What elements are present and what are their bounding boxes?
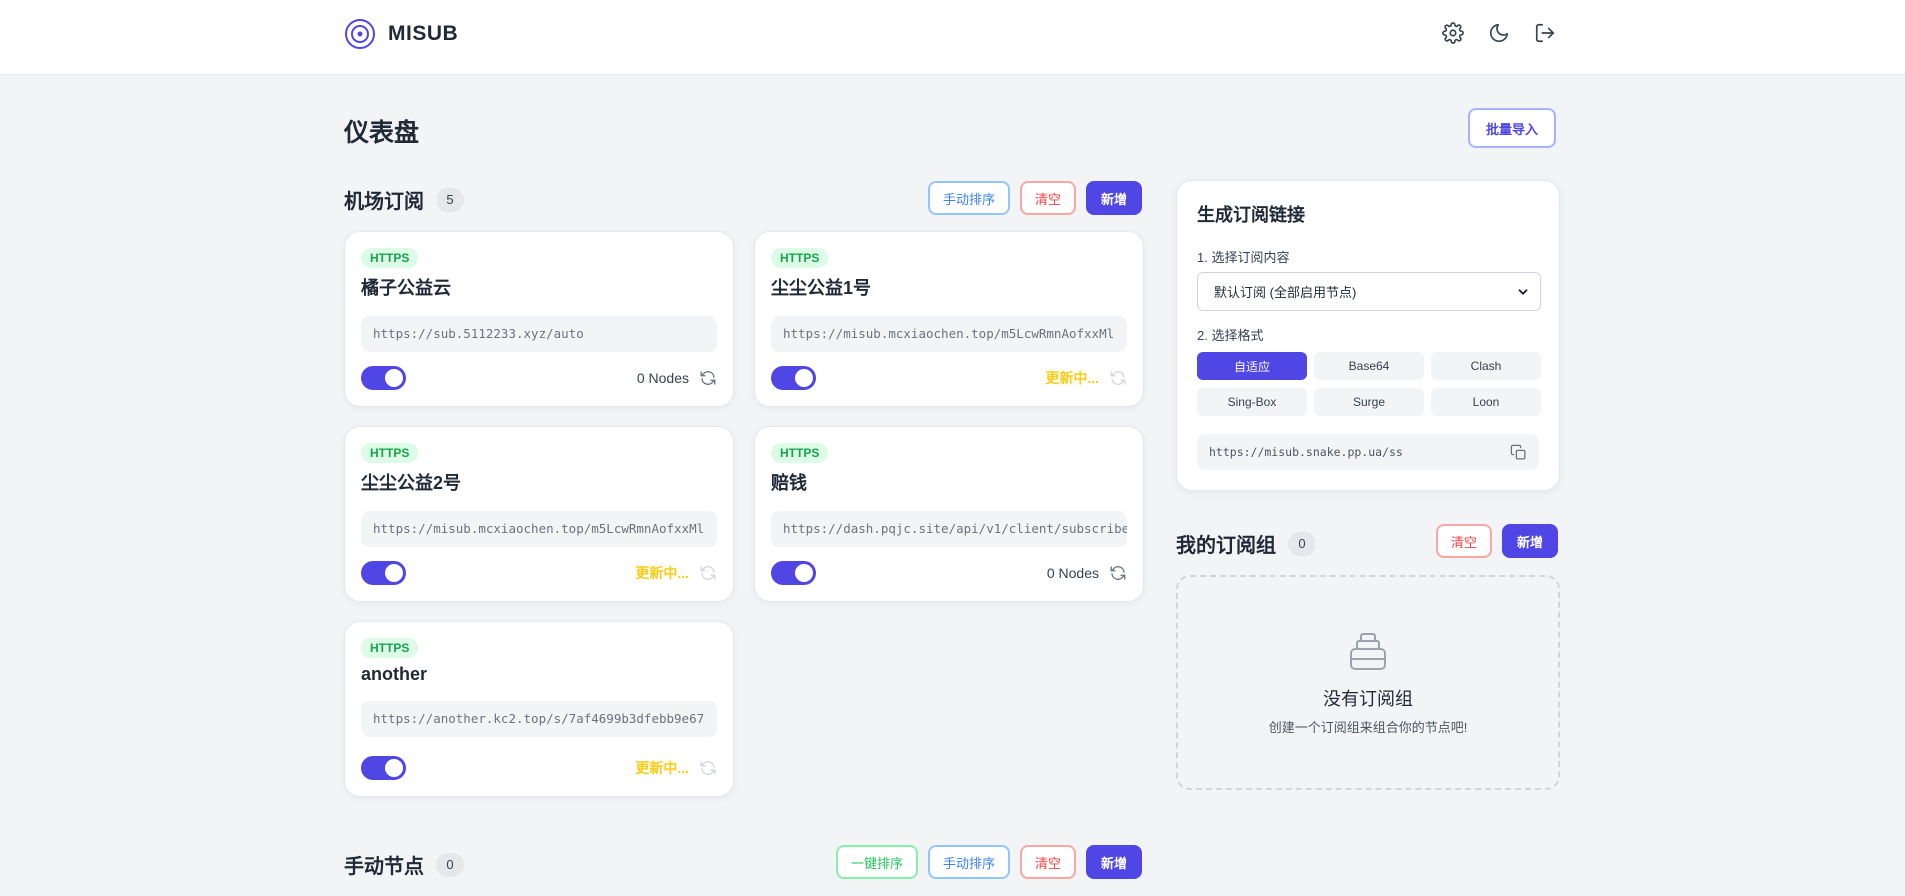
subscription-link-generator: 生成订阅链接 1. 选择订阅内容 默认订阅 (全部启用节点) 2. 选择格式 自… [1176,180,1560,491]
subscription-card[interactable]: HTTPS another https://another.kc2.top/s/… [344,621,734,797]
app-name: MISUB [388,22,459,45]
status-area: 更新中... [1045,368,1127,388]
manual-sort-button[interactable]: 手动排序 [928,181,1011,215]
subscription-name: 尘尘公益1号 [771,278,872,298]
manual-sort-nodes-button[interactable]: 手动排序 [928,845,1011,879]
card-footer: 更新中... [771,365,1127,391]
status-area: 0 Nodes [1047,564,1127,582]
protocol-badge: HTTPS [361,638,419,658]
clear-subscriptions-button[interactable]: 清空 [1020,181,1077,215]
format-adaptive[interactable]: 自适应 [1197,352,1307,380]
refresh-icon[interactable] [699,564,717,582]
subscription-url[interactable]: https://sub.5112233.xyz/auto [361,316,717,352]
subscriptions-actions: 手动排序 清空 新增 [928,181,1143,215]
status-area: 0 Nodes [637,369,717,387]
clear-nodes-button[interactable]: 清空 [1020,845,1077,879]
generated-link-text: https://misub.snake.pp.ua/ss [1209,445,1403,459]
protocol-badge: HTTPS [771,443,829,463]
generator-title: 生成订阅链接 [1197,205,1305,225]
enable-toggle[interactable] [771,561,816,585]
updating-status: 更新中... [635,565,689,581]
subscription-card[interactable]: HTTPS 赔钱 https://dash.pqjc.site/api/v1/c… [754,426,1144,602]
protocol-badge: HTTPS [361,248,419,268]
enable-toggle[interactable] [361,366,406,390]
groups-count: 0 [1288,531,1316,556]
subscriptions-count: 5 [436,187,464,212]
format-surge[interactable]: Surge [1314,388,1424,416]
auto-sort-button[interactable]: 一键排序 [836,845,919,879]
generated-link[interactable]: https://misub.snake.pp.ua/ss [1197,434,1539,470]
subscriptions-header: 机场订阅 5 [344,185,464,214]
empty-subtitle: 创建一个订阅组来组合你的节点吧! [1268,720,1468,735]
node-count: 0 Nodes [636,370,689,386]
format-clash[interactable]: Clash [1431,352,1541,380]
status-area: 更新中... [635,563,717,583]
format-base64[interactable]: Base64 [1314,352,1424,380]
manual-nodes-actions: 一键排序 手动排序 清空 新增 [836,845,1143,879]
updating-status: 更新中... [635,760,689,776]
manual-nodes-count: 0 [436,852,464,877]
copy-icon[interactable] [1510,444,1527,461]
subscription-name: another [361,664,428,684]
format-loon[interactable]: Loon [1431,388,1541,416]
subscriptions-title: 机场订阅 [344,191,424,213]
format-sing-box[interactable]: Sing-Box [1197,388,1307,416]
subscription-card[interactable]: HTTPS 橘子公益云 https://sub.5112233.xyz/auto… [344,231,734,407]
step2-label: 2. 选择格式 [1197,328,1264,343]
enable-toggle[interactable] [361,756,406,780]
chevron-down-icon [1518,288,1528,295]
page-title: 仪表盘 [344,119,420,147]
card-footer: 0 Nodes [361,365,717,391]
settings-icon[interactable] [1442,22,1464,44]
refresh-icon[interactable] [699,759,717,777]
bulk-import-button[interactable]: 批量导入 [1468,108,1557,148]
moon-icon[interactable] [1488,22,1510,44]
clear-groups-button[interactable]: 清空 [1436,524,1493,558]
subscription-url[interactable]: https://misub.mcxiaochen.top/m5LcwRmnAof… [771,316,1127,352]
updating-status: 更新中... [1045,370,1099,386]
add-group-button[interactable]: 新增 [1502,524,1559,558]
format-options: 自适应 Base64 Clash Sing-Box Surge Loon [1197,352,1541,416]
logout-icon[interactable] [1534,22,1556,44]
top-bar: MISUB [0,0,1905,75]
status-area: 更新中... [635,758,717,778]
enable-toggle[interactable] [771,366,816,390]
step1-label: 1. 选择订阅内容 [1197,250,1290,265]
header-actions [1442,22,1556,44]
logo-icon [345,19,375,49]
subscription-name: 橘子公益云 [361,278,451,298]
add-subscription-button[interactable]: 新增 [1086,181,1143,215]
subscription-card[interactable]: HTTPS 尘尘公益2号 https://misub.mcxiaochen.to… [344,426,734,602]
enable-toggle[interactable] [361,561,406,585]
add-node-button[interactable]: 新增 [1086,845,1143,879]
subscription-card[interactable]: HTTPS 尘尘公益1号 https://misub.mcxiaochen.to… [754,231,1144,407]
subscription-url[interactable]: https://another.kc2.top/s/7af4699b3dfebb… [361,701,717,737]
groups-actions: 清空 新增 [1436,524,1559,558]
subscription-url[interactable]: https://misub.mcxiaochen.top/m5LcwRmnAof… [361,511,717,547]
groups-title: 我的订阅组 [1176,535,1276,557]
node-count: 0 Nodes [1046,565,1099,581]
brand[interactable]: MISUB [344,18,458,50]
subscription-name: 尘尘公益2号 [361,473,462,493]
content-select[interactable]: 默认订阅 (全部启用节点) [1197,272,1541,311]
card-footer: 0 Nodes [771,560,1127,586]
manual-nodes-title: 手动节点 [344,856,424,878]
card-footer: 更新中... [361,755,717,781]
empty-title: 没有订阅组 [1323,689,1413,709]
subscription-name: 赔钱 [771,473,807,493]
groups-empty-state: 没有订阅组 创建一个订阅组来组合你的节点吧! [1176,575,1560,790]
refresh-icon[interactable] [1109,369,1127,387]
protocol-badge: HTTPS [771,248,829,268]
subscription-url[interactable]: https://dash.pqjc.site/api/v1/client/sub… [771,511,1127,547]
protocol-badge: HTTPS [361,443,419,463]
empty-box-icon [1350,633,1386,670]
refresh-icon[interactable] [699,369,717,387]
manual-nodes-header: 手动节点 0 [344,850,464,879]
groups-header: 我的订阅组 0 [1176,529,1316,558]
selected-content: 默认订阅 (全部启用节点) [1214,285,1357,300]
card-footer: 更新中... [361,560,717,586]
refresh-icon[interactable] [1109,564,1127,582]
